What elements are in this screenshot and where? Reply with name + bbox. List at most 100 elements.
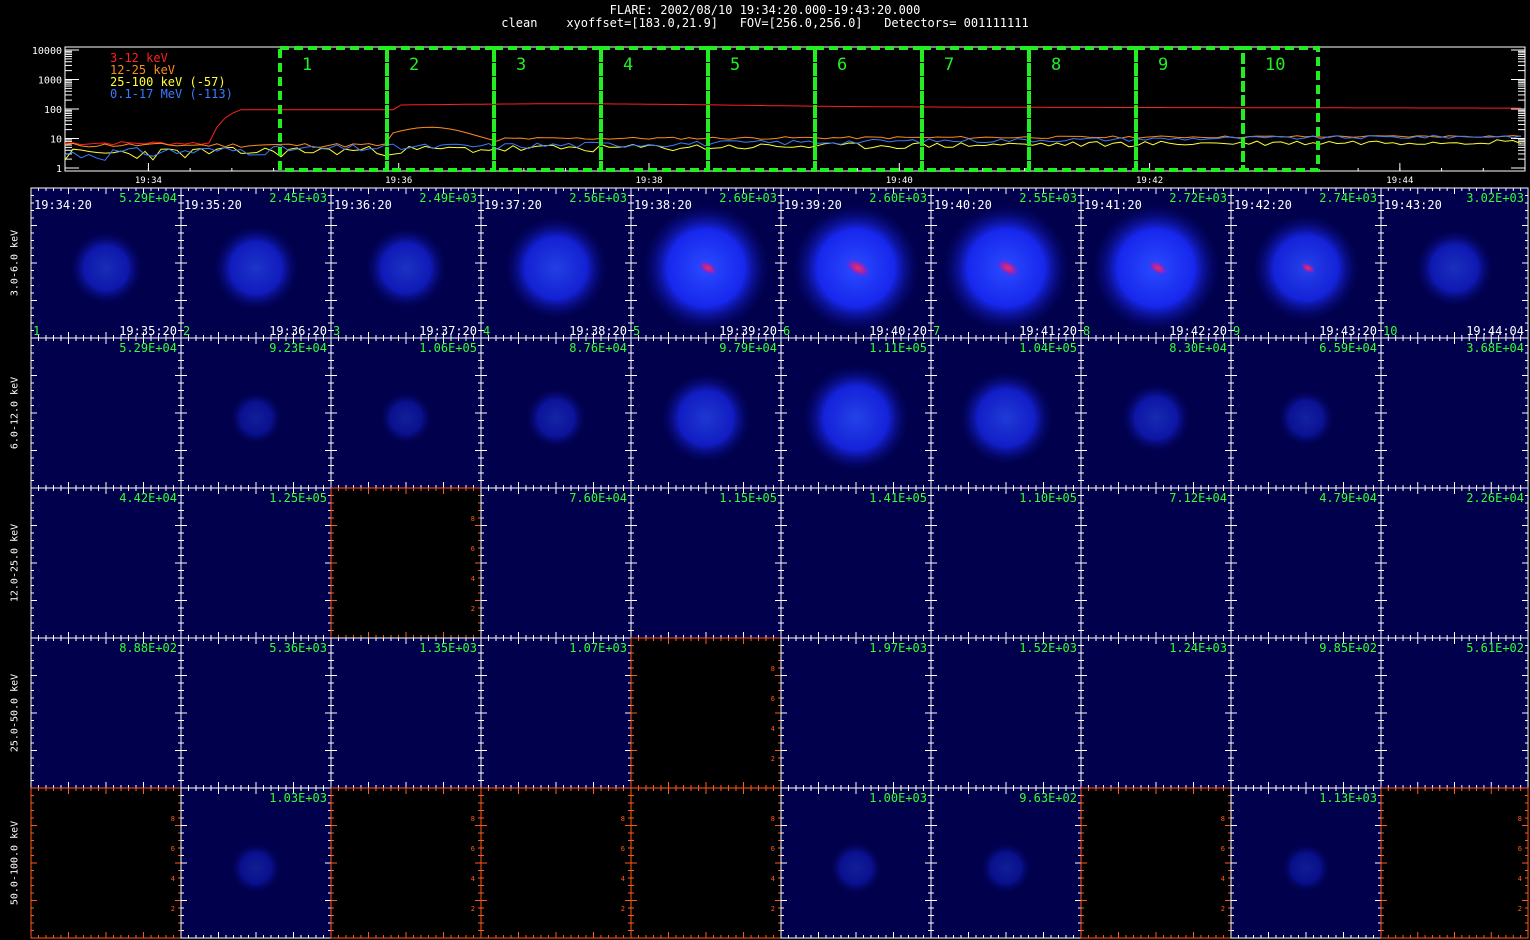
axis-tick-label: 4 xyxy=(771,725,775,733)
image-cell: 5.61E+02 xyxy=(1380,637,1529,789)
image-cell: 2.74E+03 19:42:20 19:43:20 9 xyxy=(1230,187,1382,339)
image-cell: 2.49E+03 19:36:20 19:37:20 3 xyxy=(330,187,482,339)
cell-max-value: 1.10E+05 xyxy=(1019,491,1077,505)
image-cell: 7.60E+04 xyxy=(480,487,632,639)
cell-max-value: 2.45E+03 xyxy=(269,191,327,205)
cell-end-time: 19:38:20 xyxy=(569,324,627,338)
cell-number: 2 xyxy=(183,324,190,338)
image-cell: 1.07E+03 xyxy=(480,637,632,789)
cell-number: 9 xyxy=(1233,324,1240,338)
image-cell: 2.72E+03 19:41:20 19:42:20 8 xyxy=(1080,187,1232,339)
cell-background xyxy=(331,788,481,938)
cell-max-value: 1.00E+03 xyxy=(869,791,927,805)
cell-max-value: 5.29E+04 xyxy=(119,341,177,355)
image-cell: 1.41E+05 xyxy=(780,487,932,639)
axis-tick-label: 4 xyxy=(171,875,175,883)
cell-max-value: 1.03E+03 xyxy=(269,791,327,805)
cell-background xyxy=(481,788,631,938)
image-cell: 2 4 6 8 xyxy=(1080,787,1232,939)
energy-band-label: 6.0-12.0 keV xyxy=(0,338,30,488)
image-cell: 3.02E+03 19:43:20 19:44:04 10 xyxy=(1380,187,1529,339)
cell-background xyxy=(331,488,481,638)
cell-background xyxy=(481,488,631,638)
cell-end-time: 19:43:20 xyxy=(1319,324,1377,338)
cell-max-value: 6.59E+04 xyxy=(1319,341,1377,355)
image-cell: 1.25E+05 xyxy=(180,487,332,639)
cell-background xyxy=(1381,638,1528,788)
energy-band-text: 25.0-50.0 keV xyxy=(9,673,21,753)
image-cell: 1.97E+03 xyxy=(780,637,932,789)
energy-band-text: 50.0-100.0 keV xyxy=(9,820,21,906)
image-cell: 1.06E+05 xyxy=(330,337,482,489)
cell-number: 1 xyxy=(33,324,40,338)
image-cell: 9.63E+02 xyxy=(930,787,1082,939)
cell-max-value: 3.02E+03 xyxy=(1466,191,1524,205)
source-emission xyxy=(525,387,587,449)
image-cell: 8.88E+02 xyxy=(30,637,182,789)
source-emission xyxy=(1121,383,1191,453)
source-emission xyxy=(230,842,282,894)
cell-end-time: 19:37:20 xyxy=(419,324,477,338)
source-emission xyxy=(1277,389,1335,447)
source-emission xyxy=(379,391,433,445)
image-cell: 1.52E+03 xyxy=(930,637,1082,789)
axis-tick-label: 4 xyxy=(771,875,775,883)
image-cell: 2 4 6 8 xyxy=(330,787,482,939)
cell-background xyxy=(331,638,481,788)
source-emission xyxy=(69,231,143,305)
axis-tick-label: 2 xyxy=(1518,905,1522,913)
cell-background xyxy=(31,338,181,488)
source-emission xyxy=(229,391,283,445)
cell-max-value: 9.63E+02 xyxy=(1019,791,1077,805)
cell-number: 3 xyxy=(333,324,340,338)
cell-background xyxy=(1381,338,1528,488)
axis-tick-label: 2 xyxy=(771,905,775,913)
cell-max-value: 1.25E+05 xyxy=(269,491,327,505)
energy-band-text: 3.0-6.0 keV xyxy=(9,229,21,297)
image-cell: 2 4 6 8 xyxy=(1380,787,1529,939)
cell-background xyxy=(181,638,331,788)
cell-background xyxy=(631,488,781,638)
axis-tick-label: 4 xyxy=(1518,875,1522,883)
cell-max-value: 2.26E+04 xyxy=(1466,491,1524,505)
axis-tick-label: 8 xyxy=(771,665,775,673)
image-cell: 2.55E+03 19:40:20 19:41:20 7 xyxy=(930,187,1082,339)
image-cell: 9.23E+04 xyxy=(180,337,332,489)
cell-end-time: 19:44:04 xyxy=(1466,324,1524,338)
image-grid: 5.29E+04 19:34:20 19:35:20 1 2.45E+03 19:35:2… xyxy=(30,187,1529,939)
cell-max-value: 5.29E+04 xyxy=(119,191,177,205)
axis-tick-label: 4 xyxy=(471,875,475,883)
axis-tick-label: 8 xyxy=(1221,815,1225,823)
cell-max-value: 1.07E+03 xyxy=(569,641,627,655)
axis-tick-label: 2 xyxy=(1221,905,1225,913)
image-cell: 1.15E+05 xyxy=(630,487,782,639)
cell-background xyxy=(1231,488,1381,638)
axis-tick-label: 2 xyxy=(171,905,175,913)
axis-tick-label: 8 xyxy=(471,815,475,823)
image-cell: 2.26E+04 xyxy=(1380,487,1529,639)
image-cell: 9.79E+04 xyxy=(630,337,782,489)
axis-tick-label: 8 xyxy=(171,815,175,823)
axis-tick-label: 6 xyxy=(771,845,775,853)
image-cell: 1.10E+05 xyxy=(930,487,1082,639)
cell-start-time: 19:39:20 xyxy=(784,198,842,212)
image-cell: 7.12E+04 xyxy=(1080,487,1232,639)
cell-start-time: 19:34:20 xyxy=(34,198,92,212)
energy-band-text: 12.0-25.0 keV xyxy=(9,523,21,603)
cell-max-value: 1.24E+03 xyxy=(1169,641,1227,655)
source-emission xyxy=(1415,229,1494,307)
cell-max-value: 1.35E+03 xyxy=(419,641,477,655)
energy-band-label: 50.0-100.0 keV xyxy=(0,788,30,938)
image-cell: 2 4 6 8 xyxy=(480,787,632,939)
cell-max-value: 1.15E+05 xyxy=(719,491,777,505)
image-cell: 5.29E+04 19:34:20 19:35:20 1 xyxy=(30,187,182,339)
cell-max-value: 2.69E+03 xyxy=(719,191,777,205)
cell-max-value: 8.88E+02 xyxy=(119,641,177,655)
cell-max-value: 8.30E+04 xyxy=(1169,341,1227,355)
image-cell: 4.79E+04 xyxy=(1230,487,1382,639)
cell-background xyxy=(1081,488,1231,638)
cell-end-time: 19:41:20 xyxy=(1019,324,1077,338)
image-cell: 9.85E+02 xyxy=(1230,637,1382,789)
cell-max-value: 1.52E+03 xyxy=(1019,641,1077,655)
cell-max-value: 4.42E+04 xyxy=(119,491,177,505)
